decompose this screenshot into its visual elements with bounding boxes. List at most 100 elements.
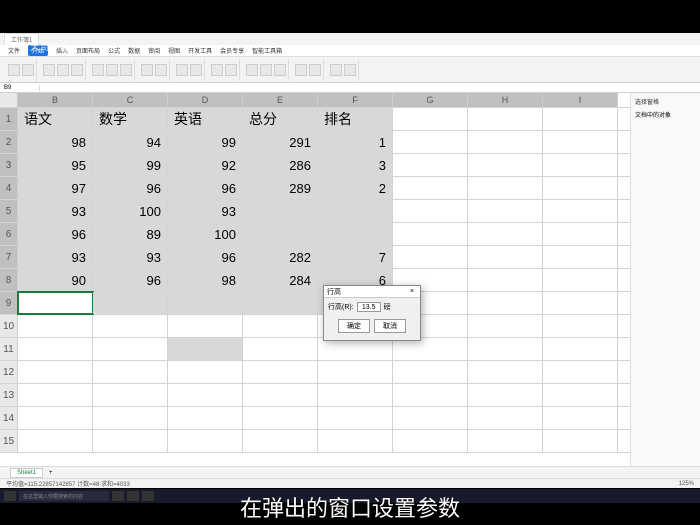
cell[interactable] (543, 407, 618, 429)
cell[interactable]: 7 (318, 246, 393, 268)
row-header[interactable]: 9 (0, 292, 18, 314)
cell[interactable] (318, 430, 393, 452)
cell[interactable] (543, 384, 618, 406)
percent-icon[interactable] (190, 64, 202, 76)
cell[interactable] (168, 361, 243, 383)
cell[interactable] (393, 154, 468, 176)
cell[interactable]: 289 (243, 177, 318, 199)
cell[interactable] (18, 292, 93, 314)
cell[interactable] (168, 430, 243, 452)
align-right-icon[interactable] (120, 64, 132, 76)
cell[interactable] (393, 177, 468, 199)
ribbon-tab-formula[interactable]: 公式 (108, 46, 120, 55)
cell[interactable]: 98 (18, 131, 93, 153)
cell[interactable] (468, 269, 543, 291)
cell[interactable] (243, 315, 318, 337)
row-header[interactable]: 8 (0, 269, 18, 291)
cell[interactable]: 291 (243, 131, 318, 153)
cut-icon[interactable] (22, 64, 34, 76)
cell[interactable] (93, 384, 168, 406)
cell[interactable] (168, 407, 243, 429)
cell[interactable]: 95 (18, 154, 93, 176)
row-header[interactable]: 13 (0, 384, 18, 406)
row-height-input[interactable] (357, 302, 381, 312)
cell[interactable] (468, 177, 543, 199)
col-header[interactable]: I (543, 93, 618, 107)
ribbon-tab-review[interactable]: 审阅 (148, 46, 160, 55)
freeze-icon[interactable] (344, 64, 356, 76)
ribbon-tab-data[interactable]: 数据 (128, 46, 140, 55)
cond-format-icon[interactable] (211, 64, 223, 76)
zoom-level[interactable]: 125% (679, 481, 694, 487)
cell[interactable]: 99 (93, 154, 168, 176)
add-sheet-icon[interactable]: + (49, 470, 53, 476)
cell[interactable]: 总分 (243, 108, 318, 130)
cell[interactable] (243, 292, 318, 314)
row-header[interactable]: 11 (0, 338, 18, 360)
row-header[interactable]: 10 (0, 315, 18, 337)
select-all[interactable] (0, 93, 18, 107)
col-header[interactable]: B (18, 93, 93, 107)
cell[interactable] (468, 407, 543, 429)
cell[interactable]: 96 (93, 269, 168, 291)
close-icon[interactable]: × (407, 288, 417, 295)
name-box[interactable]: B9 (0, 85, 40, 91)
cell[interactable] (468, 223, 543, 245)
spreadsheet[interactable]: BCDEFGHI1语文数学英语总分排名298949929113959992286… (0, 93, 630, 466)
cell[interactable] (543, 430, 618, 452)
align-left-icon[interactable] (92, 64, 104, 76)
underline-icon[interactable] (71, 64, 83, 76)
row-header[interactable]: 15 (0, 430, 18, 452)
col-header[interactable]: C (93, 93, 168, 107)
cell[interactable]: 97 (18, 177, 93, 199)
cell[interactable] (168, 338, 243, 360)
cell[interactable] (393, 246, 468, 268)
cell[interactable] (93, 338, 168, 360)
cell[interactable] (93, 430, 168, 452)
col-header[interactable]: E (243, 93, 318, 107)
ok-button[interactable]: 确定 (338, 319, 370, 333)
row-header[interactable]: 14 (0, 407, 18, 429)
cell[interactable]: 100 (168, 223, 243, 245)
cell[interactable] (18, 315, 93, 337)
cell[interactable] (393, 223, 468, 245)
ribbon-tab-view[interactable]: 视图 (168, 46, 180, 55)
cell[interactable]: 96 (168, 246, 243, 268)
cell[interactable] (243, 338, 318, 360)
table-style-icon[interactable] (225, 64, 237, 76)
cell[interactable]: 94 (93, 131, 168, 153)
cell[interactable] (468, 200, 543, 222)
cell[interactable] (468, 246, 543, 268)
italic-icon[interactable] (57, 64, 69, 76)
cell[interactable] (168, 384, 243, 406)
cell[interactable]: 2 (318, 177, 393, 199)
cell[interactable] (468, 108, 543, 130)
cell[interactable] (393, 430, 468, 452)
cell[interactable]: 96 (18, 223, 93, 245)
cell[interactable] (543, 338, 618, 360)
cell[interactable]: 96 (168, 177, 243, 199)
cell[interactable] (318, 407, 393, 429)
cell[interactable]: 英语 (168, 108, 243, 130)
cell[interactable] (543, 131, 618, 153)
sum-icon[interactable] (246, 64, 258, 76)
cell[interactable] (243, 200, 318, 222)
cell[interactable]: 93 (93, 246, 168, 268)
cell[interactable] (318, 223, 393, 245)
cell[interactable] (393, 384, 468, 406)
cell[interactable] (543, 177, 618, 199)
cell[interactable] (93, 315, 168, 337)
cell[interactable] (393, 407, 468, 429)
sheet-tab[interactable]: Sheet1 (10, 468, 43, 478)
cell[interactable] (318, 338, 393, 360)
cell[interactable]: 100 (93, 200, 168, 222)
cell[interactable] (393, 338, 468, 360)
wrap-icon[interactable] (155, 64, 167, 76)
cancel-button[interactable]: 取消 (374, 319, 406, 333)
cell[interactable] (543, 246, 618, 268)
cell[interactable] (93, 407, 168, 429)
cell[interactable] (468, 131, 543, 153)
ribbon-tab-dev[interactable]: 开发工具 (188, 46, 212, 55)
cell[interactable] (543, 292, 618, 314)
cell[interactable] (18, 430, 93, 452)
